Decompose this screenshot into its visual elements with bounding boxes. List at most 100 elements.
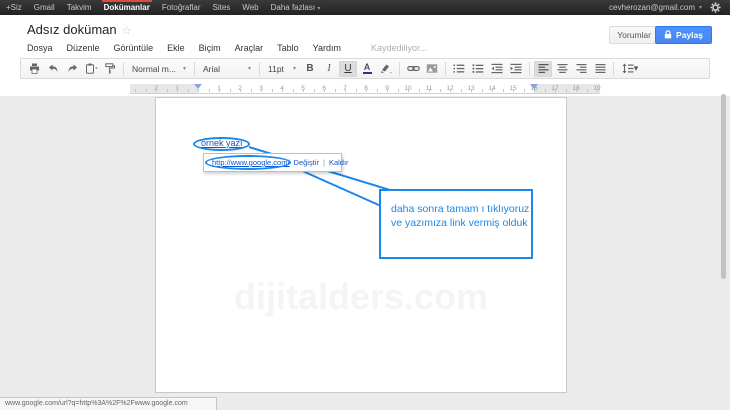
ruler-tick (219, 89, 220, 92)
menu-edit[interactable]: Düzenle (67, 43, 100, 53)
numbered-list-button[interactable] (450, 61, 468, 77)
margin-marker[interactable] (194, 84, 202, 89)
bubble-remove-link[interactable]: Kaldır (329, 158, 349, 167)
toolbar-separator (445, 62, 446, 76)
ruler-tick (576, 89, 577, 92)
menu-format[interactable]: Biçim (199, 43, 221, 53)
share-button[interactable]: Paylaş (655, 26, 712, 44)
menu-file[interactable]: Dosya (27, 43, 53, 53)
topbar-item-web[interactable]: Web (236, 0, 264, 15)
chevron-down-icon: ▾ (634, 63, 639, 74)
ruler-tick (429, 89, 430, 92)
ruler-tick (261, 89, 262, 92)
ruler-tick (282, 89, 283, 92)
ruler-tick (408, 89, 409, 92)
topbar-item-gmail[interactable]: Gmail (28, 0, 61, 15)
account-menu[interactable]: cevherozan@gmail.com (603, 0, 699, 15)
menu-help[interactable]: Yardım (313, 43, 341, 53)
topbar-item-photos[interactable]: Fotoğraflar (156, 0, 207, 15)
callout-line-2: ve yazımıza link vermiş olduk (391, 216, 531, 230)
ruler-tick (503, 89, 504, 92)
bubble-url-link[interactable]: http://www.google.com/ (212, 158, 290, 167)
chevron-down-icon: ▾ (699, 4, 708, 11)
status-url-bubble: www.google.com/url?q=http%3A%2F%2Fwww.go… (0, 397, 217, 410)
ruler-tick (303, 89, 304, 92)
topbar-item-documents[interactable]: Dokümanlar (98, 0, 156, 15)
star-icon[interactable]: ☆ (122, 25, 132, 37)
vertical-scrollbar[interactable] (721, 94, 726, 279)
toolbar-separator (259, 62, 260, 76)
topbar-item-calendar[interactable]: Takvim (61, 0, 98, 15)
paint-format-button[interactable] (101, 61, 119, 77)
menu-insert[interactable]: Ekle (167, 43, 185, 53)
ruler-tick (545, 89, 546, 92)
increase-indent-button[interactable] (507, 61, 525, 77)
highlight-color-button[interactable] (377, 61, 395, 77)
chevron-down-icon: ▾ (317, 6, 326, 12)
ruler-tick (156, 89, 157, 92)
ruler-tick (345, 89, 346, 92)
ruler-tick (356, 89, 357, 92)
ruler-tick (587, 89, 588, 92)
lock-icon (664, 30, 672, 41)
redo-button[interactable] (63, 61, 81, 77)
topbar-item-plus-you[interactable]: +Siz (0, 0, 28, 15)
menubar: Dosya Düzenle Görüntüle Ekle Biçim Araçl… (27, 43, 427, 53)
toolbar-separator (194, 62, 195, 76)
menu-view[interactable]: Görüntüle (114, 43, 154, 53)
font-dropdown[interactable]: Arial ▾ (199, 61, 255, 77)
gear-icon[interactable] (708, 0, 722, 15)
topbar-more-label: Daha fazlası (271, 3, 315, 12)
toolbar-separator (613, 62, 614, 76)
line-spacing-button[interactable]: ▾ (618, 61, 642, 77)
ruler-tick (146, 89, 147, 92)
bold-button[interactable]: B (301, 61, 319, 77)
ruler-tick (450, 89, 451, 92)
justify-button[interactable] (591, 61, 609, 77)
insert-link-button[interactable] (404, 61, 422, 77)
ruler-tick (461, 89, 462, 92)
toolbar-separator (123, 62, 124, 76)
bubble-change-link[interactable]: Değiştir (294, 158, 319, 167)
document-link-text[interactable]: örnek yazı (201, 138, 243, 148)
topbar-item-sites[interactable]: Sites (207, 0, 237, 15)
font-size-dropdown[interactable]: 11pt ▾ (264, 61, 300, 77)
insert-image-button[interactable] (423, 61, 441, 77)
text-color-button[interactable]: A (358, 61, 376, 77)
chevron-down-icon: ▾ (293, 65, 296, 72)
ruler-tick (209, 89, 210, 92)
chevron-down-icon: ▾ (248, 65, 251, 72)
undo-button[interactable] (44, 61, 62, 77)
text-color-glyph: A (363, 63, 372, 74)
italic-button[interactable]: I (320, 61, 338, 77)
align-left-button[interactable] (534, 61, 552, 77)
ruler-tick (387, 89, 388, 92)
font-size-value: 11pt (268, 64, 290, 74)
bulleted-list-button[interactable] (469, 61, 487, 77)
ruler-tick (398, 89, 399, 92)
page-title[interactable]: Adsız doküman☆ (27, 22, 131, 37)
ruler-tick (272, 89, 273, 92)
ruler-tick (524, 89, 525, 92)
ruler-tick (324, 89, 325, 92)
ruler-tick (251, 89, 252, 92)
margin-marker[interactable] (530, 84, 538, 89)
menu-table[interactable]: Tablo (277, 43, 299, 53)
align-right-button[interactable] (572, 61, 590, 77)
editing-toolbar: Normal m... ▾ Arial ▾ 11pt ▾ B I U A (20, 58, 710, 79)
underline-button[interactable]: U (339, 61, 357, 77)
topbar-item-more[interactable]: Daha fazlası ▾ (265, 0, 333, 15)
font-value: Arial (203, 64, 245, 74)
ruler-tick (293, 89, 294, 92)
print-button[interactable] (25, 61, 43, 77)
web-clipboard-button[interactable] (82, 61, 100, 77)
ruler-tick (440, 89, 441, 92)
menu-tools[interactable]: Araçlar (235, 43, 264, 53)
decrease-indent-button[interactable] (488, 61, 506, 77)
ruler-tick (482, 89, 483, 92)
bubble-separator: | (323, 158, 325, 167)
styles-dropdown[interactable]: Normal m... ▾ (128, 61, 190, 77)
ruler-tick (566, 89, 567, 92)
ruler-tick (513, 89, 514, 92)
align-center-button[interactable] (553, 61, 571, 77)
